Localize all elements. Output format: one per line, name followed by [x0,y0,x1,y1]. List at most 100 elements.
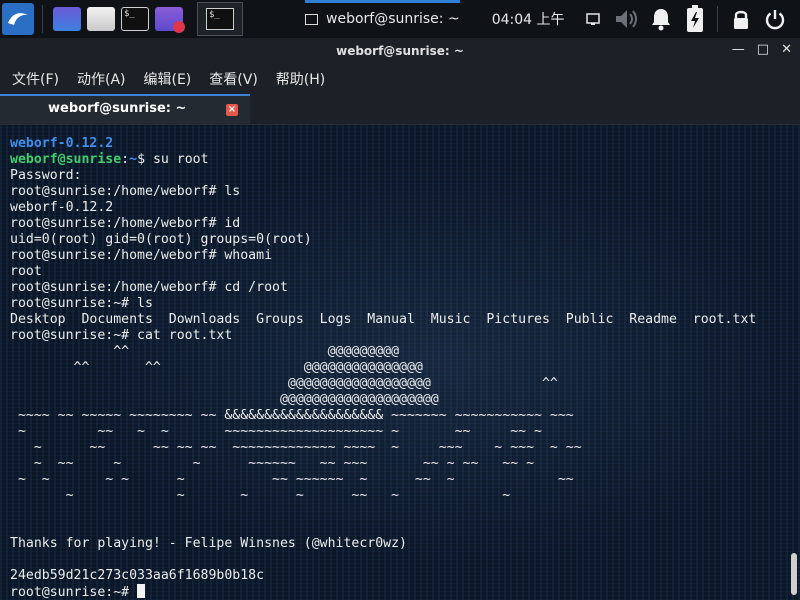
terminal-line: Desktop Documents Downloads Groups Logs … [10,312,756,328]
power-icon[interactable] [761,4,789,34]
window-controls: — □ ✕ [732,42,792,57]
terminal-line: @@@@@@@@@@@@@@@@@@ ^^ [10,376,756,392]
terminal-text: weborf-0.12.2 [10,200,114,215]
notification-bell-icon[interactable] [647,4,675,34]
terminal-text: @@@@@@@@@@@@@@@@@@@@ [10,392,439,407]
terminal-text: uid=0(root) gid=0(root) groups=0(root) [10,232,312,247]
minimize-button[interactable]: — [732,42,745,57]
terminal-line: root@sunrise:/home/weborf# id [10,216,756,232]
menu-action[interactable]: 动作(A) [77,69,126,89]
terminal-text: ~ [129,152,138,167]
terminal-line: ~ ~ ~ ~ ~ ~~ ~~~~~~ ~ ~~ ~ ~~ [10,472,756,488]
terminal-line: root@sunrise:/home/weborf# whoami [10,248,756,264]
terminal-text: root@sunrise:~# cat root.txt [10,328,233,343]
panel-separator-2 [715,4,721,34]
terminal-line: Password: [10,168,756,184]
terminal-text: weborf-0.12.2 [10,136,114,151]
terminal-line: root [10,264,756,280]
terminal-line: ~ ~~ ~ ~ ~~~~~~~~~~~~~~~~~~~~ ~ ~~ ~~ ~ [10,424,756,440]
terminal-line: ~ ~ ~ ~ ~~ ~ ~ [10,488,756,504]
terminal-line: uid=0(root) gid=0(root) groups=0(root) [10,232,756,248]
tab-terminal[interactable]: weborf@sunrise: ~ × [0,94,250,124]
terminal-text: ~ ~~ ~ ~ ~~~~~~ ~~ ~~~ ~~ ~ ~~ ~~ ~ [10,456,535,471]
taskbar-window-title: weborf@sunrise: ~ [326,11,460,27]
terminal-text: root@sunrise:~# [10,585,138,600]
window-title: weborf@sunrise: ~ [336,44,464,58]
terminal-text: $ su root [137,152,209,167]
terminal-line: weborf-0.12.2 [10,136,756,152]
maximize-button[interactable]: □ [757,42,769,57]
terminal-text: ^^ @@@@@@@@@ [10,344,400,359]
terminal-text: ~ ~~ ~~ ~~ ~~ ~~~~~~~~~~~~~ ~~~~ ~ ~~~ ~… [10,440,582,455]
clock[interactable]: 04:04 上午 [492,9,565,29]
terminal-scrollbar[interactable] [791,553,797,595]
terminal-line: root@sunrise:/home/weborf# cd /root [10,280,756,296]
terminal-output[interactable]: weborf-0.12.2 weborf@sunrise:~$ su root Pa… [0,125,800,600]
close-button[interactable]: ✕ [781,42,792,57]
terminal-line: ~ ~~ ~~ ~~ ~~ ~~~~~~~~~~~~~ ~~~~ ~ ~~~ ~… [10,440,756,456]
terminal-icon[interactable]: $_ [121,7,149,31]
terminal-line: ~~~~ ~~ ~~~~~ ~~~~~~~~ ~~ &&&&&&&&&&&&&&… [10,408,756,424]
top-panel: $_ $_ weborf@sunrise: ~ 04:04 上午 [0,0,800,38]
terminal-text: 24edb59d21c273c033aa6f1689b0b18c [10,568,265,583]
terminal-line: @@@@@@@@@@@@@@@@@@@@ [10,392,756,408]
terminal-line: root@sunrise:/home/weborf# ls [10,184,756,200]
volume-icon[interactable] [613,4,641,34]
terminal-text: ~~~~ ~~ ~~~~~ ~~~~~~~~ ~~ &&&&&&&&&&&&&&… [10,408,574,423]
terminal-text: root@sunrise:/home/weborf# whoami [10,248,273,263]
terminal-line: root@sunrise:~# ls [10,296,756,312]
terminal-text: root@sunrise:/home/weborf# cd /root [10,280,288,295]
terminal-line: root@sunrise:~# [10,584,756,600]
terminal-text: ^^ ^^ @@@@@@@@@@@@@@@ [10,360,423,375]
active-indicator [305,0,460,3]
screen-recorder-icon[interactable] [155,7,185,33]
terminal-text: @@@@@@@@@@@@@@@@@@ ^^ [10,376,558,391]
terminal-line: ^^ ^^ @@@@@@@@@@@@@@@ [10,360,756,376]
terminal-cursor [137,584,146,598]
terminal-text: Desktop Documents Downloads Groups Logs … [10,312,757,327]
menu-view[interactable]: 查看(V) [209,69,258,89]
lock-icon[interactable] [727,4,755,34]
battery-icon[interactable] [681,4,709,34]
menu-edit[interactable]: 编辑(E) [144,69,192,89]
terminal-text: Password: [10,168,82,183]
menu-help[interactable]: 帮助(H) [276,69,325,89]
terminal-line: weborf@sunrise:~$ su root [10,152,756,168]
terminal-line: weborf-0.12.2 [10,200,756,216]
terminal-icon: $_ [206,8,234,30]
window-icon [305,13,318,25]
terminal-text: ~ ~ ~ ~ ~~ ~ ~ [10,488,511,503]
terminal-text: weborf@sunrise [10,152,122,167]
active-terminal-task[interactable]: $_ [197,2,243,36]
file-manager-icon[interactable] [87,7,115,31]
window-titlebar[interactable]: weborf@sunrise: ~ — □ ✕ [0,38,800,64]
panel-separator [42,5,43,33]
terminal-line: 24edb59d21c273c033aa6f1689b0b18c [10,568,756,584]
terminal-text: root@sunrise:~# ls [10,296,153,311]
taskbar-window-button[interactable]: weborf@sunrise: ~ [305,0,460,38]
terminal-text: root [10,264,42,279]
terminal-lines: weborf-0.12.2 weborf@sunrise:~$ su root Pa… [10,136,756,600]
terminal-line: ~ ~~ ~ ~ ~~~~~~ ~~ ~~~ ~~ ~ ~~ ~~ ~ [10,456,756,472]
system-tray [579,4,789,34]
tab-bar: weborf@sunrise: ~ × [0,94,800,125]
terminal-text: root@sunrise:/home/weborf# ls [10,184,241,199]
kali-menu-icon[interactable] [2,3,34,35]
terminal-text: root@sunrise:/home/weborf# id [10,216,241,231]
terminal-line: Thanks for playing! - Felipe Winsnes (@w… [10,536,756,552]
tab-label: weborf@sunrise: ~ [48,101,187,116]
terminal-line: ^^ @@@@@@@@@ [10,344,756,360]
record-dot-icon [173,21,185,33]
terminal-line: root@sunrise:~# cat root.txt [10,328,756,344]
terminal-text: Thanks for playing! - Felipe Winsnes (@w… [10,536,407,551]
window-list-icon[interactable] [579,4,607,34]
tab-close-icon[interactable]: × [226,104,238,116]
menu-file[interactable]: 文件(F) [12,69,59,89]
menu-bar: 文件(F) 动作(A) 编辑(E) 查看(V) 帮助(H) [0,64,800,94]
terminal-text: ~ ~~ ~ ~ ~~~~~~~~~~~~~~~~~~~~ ~ ~~ ~~ ~ [10,424,542,439]
show-desktop-icon[interactable] [53,7,81,31]
terminal-text: ~ ~ ~ ~ ~ ~~ ~~~~~~ ~ ~~ ~ ~~ [10,472,574,487]
